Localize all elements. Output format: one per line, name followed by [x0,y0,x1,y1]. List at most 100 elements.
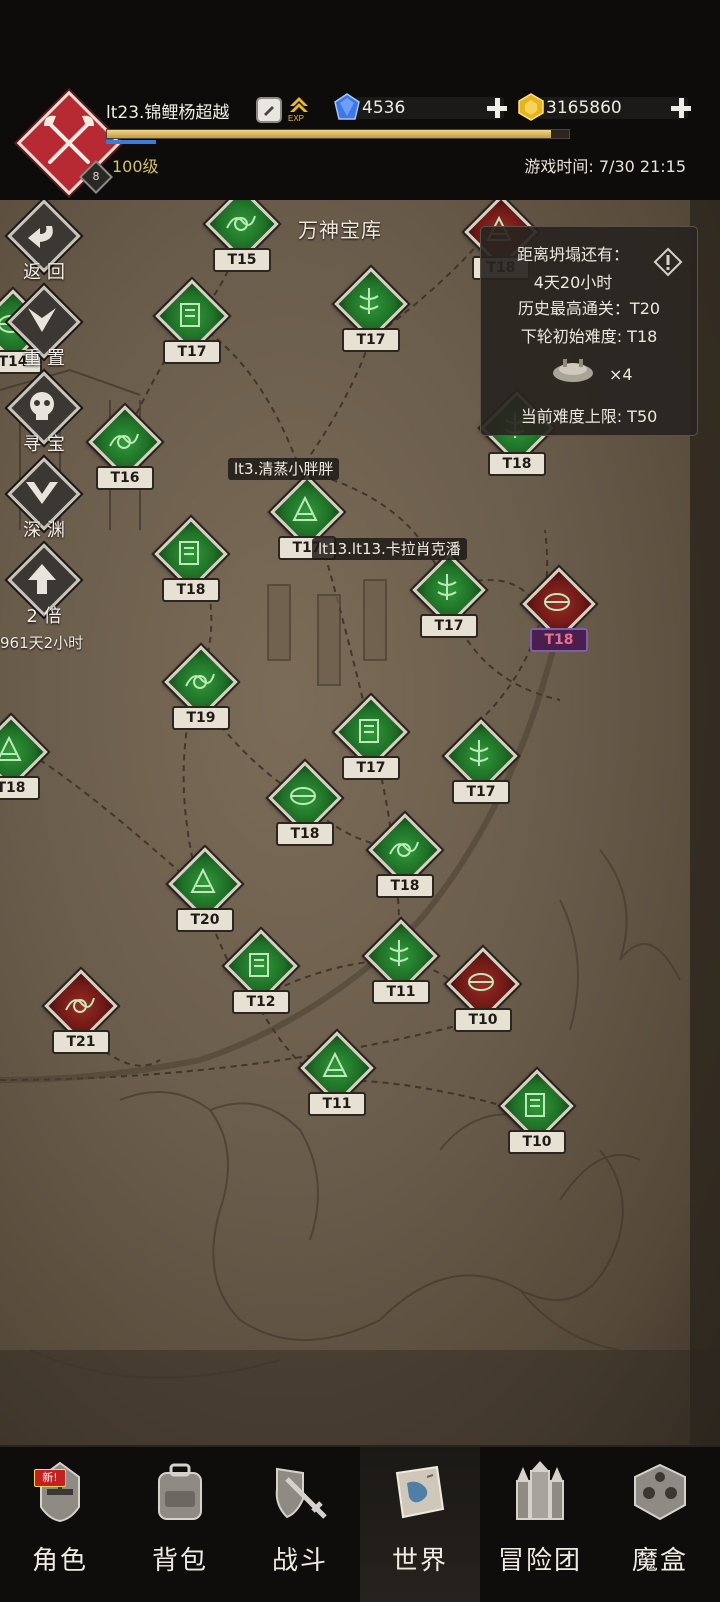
sword-shield-icon [275,1467,327,1519]
map-node[interactable]: T20 [164,847,242,932]
map-node[interactable]: T16 [84,405,162,490]
map-node[interactable]: T10 [496,1069,574,1154]
add-gold-button[interactable] [670,97,692,119]
map-node[interactable]: T10 [442,947,520,1032]
monster-glyph-icon [179,541,199,565]
monster-glyph-icon [109,433,139,449]
gem-count: 4536 [362,98,406,118]
node-tier-label: T11 [372,980,430,1004]
treasure-button[interactable]: 寻 宝 [4,371,84,455]
info-warning-icon[interactable] [653,247,683,277]
monster-glyph-icon [469,740,489,766]
node-tier-label: T11 [308,1092,366,1116]
map-node[interactable]: T21 [40,969,118,1054]
map-node[interactable]: T18 [518,567,596,652]
tab-magic-box[interactable]: 魔盒 [600,1447,720,1602]
vault-title: 万神宝库 [298,218,382,242]
map-node[interactable]: T18 [150,517,228,602]
node-tier-label: T18 [0,776,40,800]
tab-label: 背包 [151,1546,208,1576]
collapse-time: 4天20小时 [533,273,613,292]
node-tier-label: T18 [276,822,334,846]
monster-glyph-icon [468,973,494,991]
monster-glyph-icon [190,867,216,893]
map-node[interactable]: T18 [0,715,48,800]
monster-glyph-icon [359,719,379,743]
monster-glyph-icon [180,303,200,327]
map-node[interactable]: T17 [330,267,408,352]
altar-count: ×4 [609,365,633,384]
node-tier-label: T17 [163,340,221,364]
node-tier-label: T18 [530,628,588,652]
map-node[interactable]: T18 [264,761,342,846]
add-gems-button[interactable] [486,97,508,119]
node-tier-label: T18 [376,874,434,898]
node-tier-label: T12 [232,990,290,1014]
multiplier-timer: 961天2小时 [0,634,84,652]
secondary-progress-bar [106,140,156,144]
abyss-button[interactable]: 深 渊 [4,457,84,541]
node-tier-label: T10 [508,1130,566,1154]
reset-icon [28,308,56,332]
tab-label: 冒险团 [497,1546,582,1576]
team-label: lt13.lt13.卡拉肖克潘 [312,538,467,560]
node-tier-label: T21 [52,1030,110,1054]
collapse-label: 距离坍塌还有： [516,245,629,264]
team-label: lt3.清蒸小胖胖 [228,458,340,480]
game-time: 游戏时间: 7/30 21:15 [524,157,686,176]
skull-icon [30,392,54,420]
map-node[interactable]: T11 [296,1031,374,1116]
node-tier-label: T17 [420,614,478,638]
blue-gem-icon [334,93,360,120]
collapse-info-panel: 距离坍塌还有： 4天20小时 历史最高通关：T20 下轮初始难度: T18 ×4… [480,226,698,436]
monster-glyph-icon [185,673,215,689]
double-multiplier-button[interactable]: 2 倍 [4,543,84,627]
stone-altar-icon [553,359,593,382]
tab-adventure-group[interactable]: 冒险团 [480,1447,600,1602]
map-node[interactable]: T12 [220,929,298,1014]
bottom-navigation: 新! 角色 背包 战斗 世界 冒险团 魔盒 [0,1445,720,1602]
monster-glyph-icon [226,215,256,231]
tab-world[interactable]: 世界 [360,1447,480,1602]
back-arrow-icon [28,226,53,248]
node-tier-label: T17 [452,780,510,804]
tab-label: 战斗 [271,1546,328,1576]
next-start-difficulty: 下轮初始难度: T18 [520,327,658,346]
exp-boost-icon[interactable]: EXP [284,92,314,123]
tab-backpack[interactable]: 背包 [120,1447,240,1602]
tab-character[interactable]: 新! 角色 [0,1447,120,1602]
map-node[interactable]: T17 [151,279,229,364]
tab-label: 世界 [391,1546,448,1576]
node-tier-label: T16 [96,466,154,490]
experience-bar [106,129,570,139]
difficulty-cap: 当前难度上限: T50 [520,407,658,426]
monster-glyph-icon [389,940,409,966]
node-tier-label: T19 [172,706,230,730]
monster-glyph-icon [544,593,570,611]
map-node[interactable]: T17 [440,719,518,804]
tab-battle[interactable]: 战斗 [240,1447,360,1602]
map-node[interactable]: T15 [201,200,279,272]
map-node[interactable]: T11 [360,919,438,1004]
monster-glyph-icon [437,574,457,600]
monster-glyph-icon [322,1051,348,1077]
abyss-label: 深 渊 [23,520,65,541]
map-node[interactable]: T17 [408,553,486,638]
reset-button[interactable]: 重 置 [4,285,84,369]
abyss-icon [26,482,58,504]
monster-glyph-icon [249,953,269,977]
map-node[interactable]: T18 [364,813,442,898]
reset-label: 重 置 [23,348,65,369]
player-name[interactable]: lt23.锦鲤杨超越 [106,98,229,123]
node-tier-label: T20 [176,908,234,932]
node-tier-label: T10 [454,1008,512,1032]
node-tier-label: T18 [488,452,546,476]
node-tier-label: T17 [342,328,400,352]
tab-label: 角色 [31,1546,88,1576]
multiplier-label: 2 倍 [26,606,62,627]
gold-count: 3165860 [546,98,622,118]
gold-coin-icon [518,93,544,121]
edit-name-icon[interactable] [256,97,282,123]
back-button[interactable]: 返 回 [4,200,84,283]
map-node[interactable]: T19 [160,645,238,730]
